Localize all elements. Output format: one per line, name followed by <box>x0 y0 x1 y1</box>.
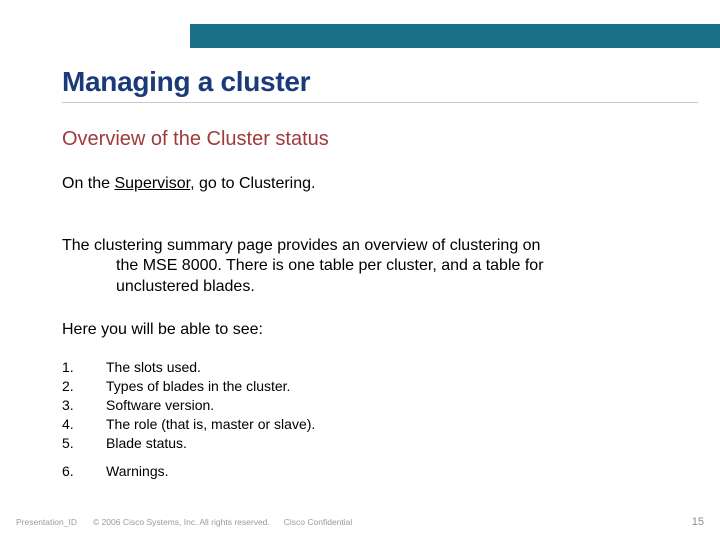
slide-subtitle: Overview of the Cluster status <box>62 128 329 151</box>
list-text: The slots used. <box>106 358 201 377</box>
list-text: Blade status. <box>106 434 187 453</box>
slide-title: Managing a cluster <box>62 66 310 98</box>
list-item: 4. The role (that is, master or slave). <box>62 415 315 434</box>
list-item: 6. Warnings. <box>62 462 315 481</box>
list-number: 4. <box>62 415 106 434</box>
copyright-text: © 2006 Cisco Systems, Inc. All rights re… <box>93 517 270 527</box>
list-gap <box>62 452 315 462</box>
text: , go to Clustering. <box>190 175 315 192</box>
list-number: 2. <box>62 377 106 396</box>
list-number: 3. <box>62 396 106 415</box>
presentation-id: Presentation_ID <box>16 517 77 527</box>
confidential-text: Cisco Confidential <box>284 517 353 527</box>
ordered-list: 1. The slots used. 2. Types of blades in… <box>62 358 315 481</box>
list-text: Warnings. <box>106 462 169 481</box>
slide: Managing a cluster Overview of the Clust… <box>0 0 720 540</box>
list-item: 1. The slots used. <box>62 358 315 377</box>
supervisor-link[interactable]: Supervisor <box>114 175 190 192</box>
list-number: 5. <box>62 434 106 453</box>
header-accent-bar <box>190 24 720 48</box>
body-line-supervisor: On the Supervisor, go to Clustering. <box>62 174 684 194</box>
text: unclustered blades. <box>62 277 684 297</box>
body-see-intro: Here you will be able to see: <box>62 320 684 340</box>
footer: Presentation_ID © 2006 Cisco Systems, In… <box>16 516 704 528</box>
page-number: 15 <box>692 516 704 528</box>
list-item: 2. Types of blades in the cluster. <box>62 377 315 396</box>
list-text: Software version. <box>106 396 214 415</box>
text: The clustering summary page provides an … <box>62 237 540 254</box>
list-item: 5. Blade status. <box>62 434 315 453</box>
text: the MSE 8000. There is one table per clu… <box>62 256 684 276</box>
body-summary-paragraph: The clustering summary page provides an … <box>62 236 684 297</box>
text: On the <box>62 175 114 192</box>
list-text: The role (that is, master or slave). <box>106 415 315 434</box>
title-underline <box>62 102 698 103</box>
list-number: 1. <box>62 358 106 377</box>
list-number: 6. <box>62 462 106 481</box>
list-text: Types of blades in the cluster. <box>106 377 290 396</box>
list-item: 3. Software version. <box>62 396 315 415</box>
